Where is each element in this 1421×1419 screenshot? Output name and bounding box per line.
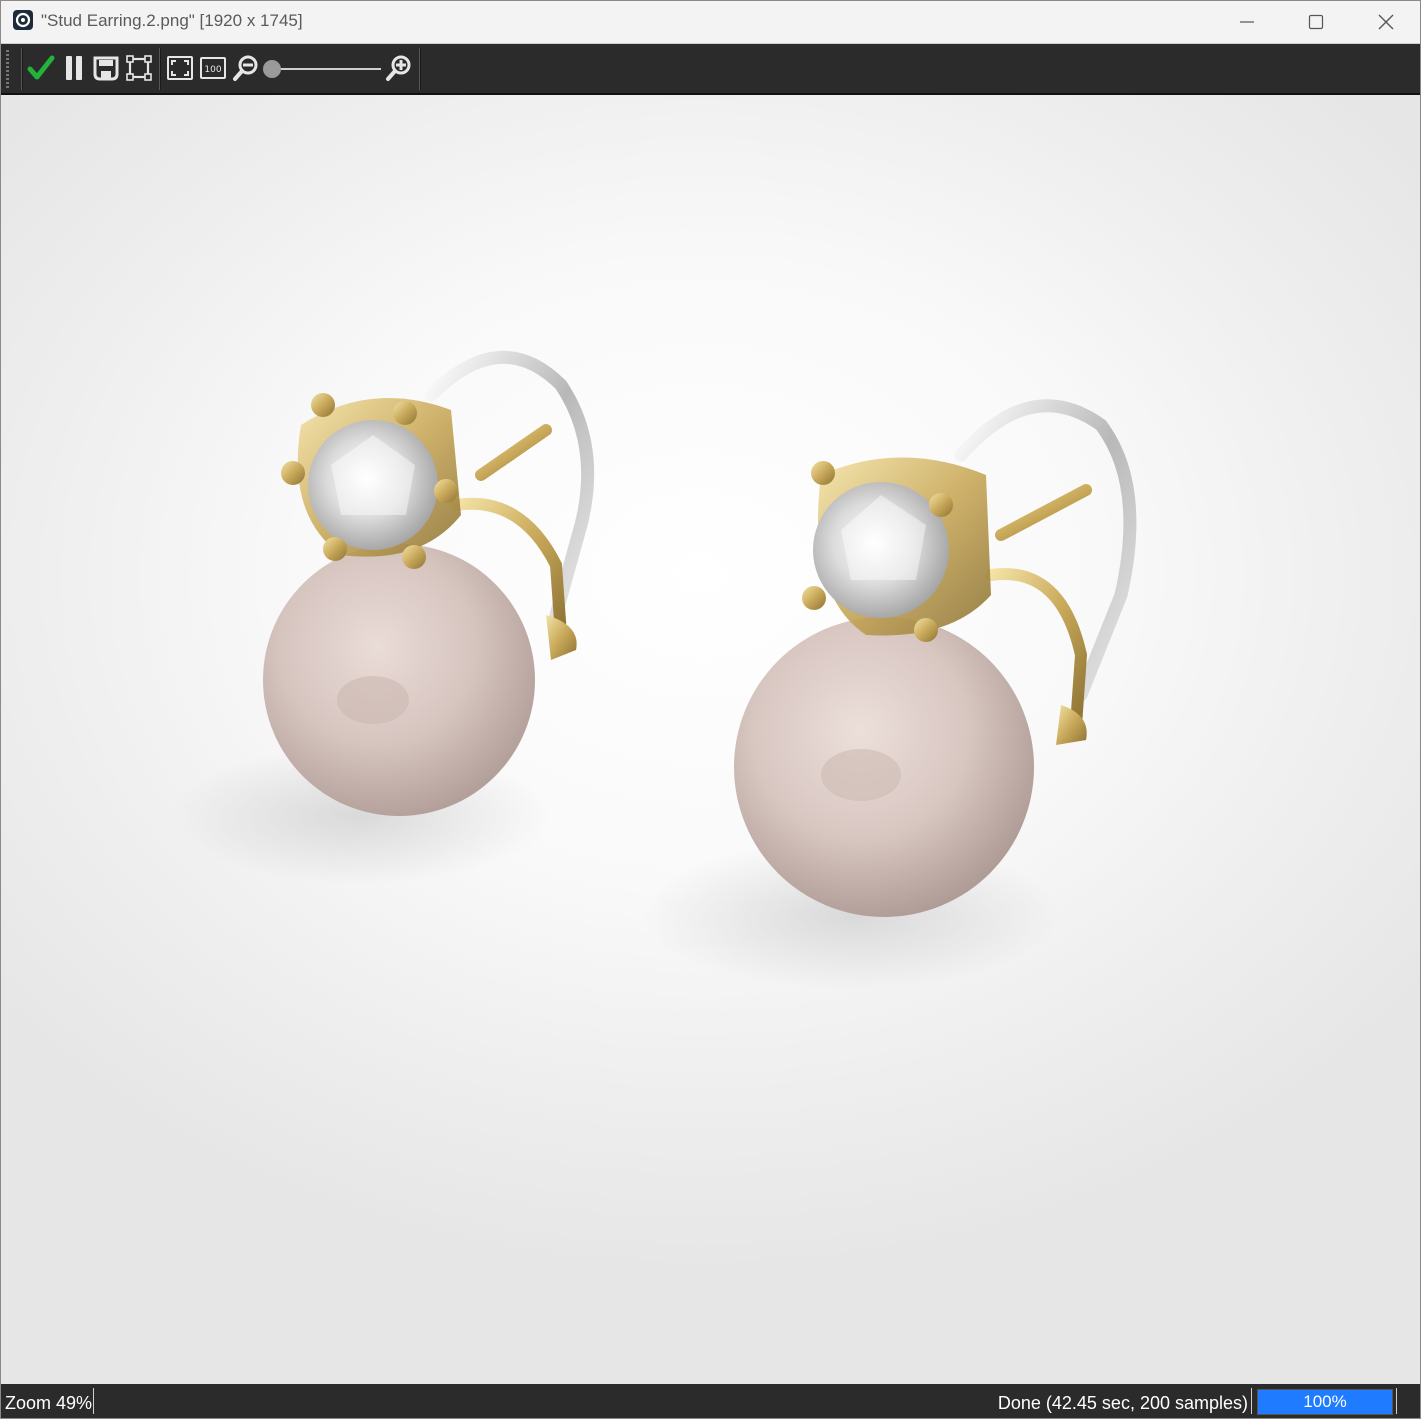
window-title: "Stud Earring.2.png" [1920 x 1745] bbox=[41, 11, 303, 30]
render-progress-bar: 100% bbox=[1257, 1389, 1393, 1415]
render-progress-label: 100% bbox=[1303, 1392, 1347, 1411]
pause-icon bbox=[66, 56, 82, 80]
toolbar: 100 bbox=[1, 44, 1420, 95]
close-button[interactable] bbox=[1351, 1, 1420, 43]
toolbar-grip[interactable] bbox=[6, 50, 9, 88]
close-icon bbox=[1378, 14, 1394, 30]
zoom-slider[interactable] bbox=[263, 58, 383, 80]
zoom-100-button[interactable]: 100 bbox=[198, 52, 228, 84]
status-divider bbox=[1251, 1388, 1252, 1414]
earring-render-image bbox=[171, 350, 1137, 990]
render-status-text: Done (42.45 sec, 200 samples) bbox=[997, 1393, 1248, 1413]
fit-icon bbox=[167, 56, 193, 80]
zoom-out-button[interactable] bbox=[231, 52, 261, 84]
zoom-level-text: Zoom 49% bbox=[5, 1393, 93, 1413]
zoom-slider-track bbox=[273, 68, 381, 70]
save-button[interactable] bbox=[91, 52, 121, 84]
save-icon bbox=[93, 56, 119, 81]
zoom-in-button[interactable] bbox=[384, 52, 414, 84]
zoom-100-label: 100 bbox=[204, 65, 221, 75]
right-earring bbox=[734, 399, 1137, 917]
zoom-slider-thumb[interactable] bbox=[263, 60, 281, 78]
zoom-out-icon bbox=[233, 55, 258, 81]
render-viewport[interactable] bbox=[1, 95, 1420, 1384]
status-bar: Zoom 49% Done (42.45 sec, 200 samples) 1… bbox=[1, 1384, 1420, 1418]
render-window: "Stud Earring.2.png" [1920 x 1745] 100 Z… bbox=[0, 0, 1421, 1419]
zoom-100-icon: 100 bbox=[200, 57, 226, 79]
maximize-button[interactable] bbox=[1281, 1, 1351, 43]
confirm-button[interactable] bbox=[26, 52, 56, 84]
toolbar-divider bbox=[159, 48, 161, 90]
status-divider bbox=[93, 1388, 94, 1414]
fit-window-button[interactable] bbox=[165, 52, 195, 84]
zoom-in-icon bbox=[386, 55, 411, 81]
pause-button[interactable] bbox=[59, 52, 89, 84]
region-button[interactable] bbox=[124, 52, 154, 84]
status-divider bbox=[1396, 1388, 1397, 1414]
left-earring bbox=[263, 350, 595, 816]
maximize-icon bbox=[1308, 14, 1324, 30]
check-icon bbox=[27, 55, 55, 80]
toolbar-divider bbox=[419, 48, 421, 90]
minimize-icon bbox=[1240, 21, 1254, 23]
app-icon bbox=[12, 9, 34, 31]
crop-icon bbox=[126, 55, 152, 81]
minimize-button[interactable] bbox=[1212, 1, 1282, 43]
toolbar-divider bbox=[21, 48, 23, 90]
title-bar: "Stud Earring.2.png" [1920 x 1745] bbox=[1, 1, 1420, 44]
